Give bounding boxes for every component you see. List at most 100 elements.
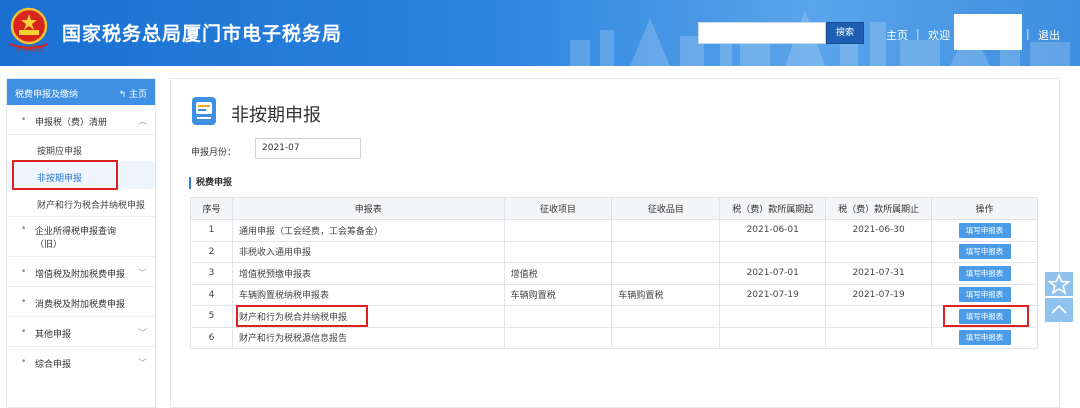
sidebar-item-cit-query[interactable]: • 企业所得税申报查询 （旧） [7,217,155,257]
form-name: 财产和行为税税源信息报告 [231,326,505,349]
sidebar-item-comprehensive[interactable]: • 综合申报 ﹀ [7,347,155,377]
column-header: 申报表 [231,197,505,220]
form-name: 通用申报（工会经费，工会筹备金） [231,219,505,242]
sidebar-item-vat[interactable]: • 增值税及附加税费申报 ﹀ [7,257,155,287]
levy-subitem [611,240,721,263]
column-header: 征收项目 [503,197,613,220]
row-number: 1 [190,219,233,242]
table-row: 6 财产和行为税税源信息报告 填写申报表 [190,326,1038,349]
action-cell: 填写申报表 [931,262,1038,285]
sidebar-subitem-property-tax[interactable]: 财产和行为税合并纳税申报 [7,189,155,217]
table-header-row: 序号 申报表 征收项目 征收品目 税（费）款所属期起 税（费）款所属期止 操作 [190,197,1038,220]
sidebar-item-label: 消费税及附加税费申报 [35,300,126,310]
welcome-text: 欢迎 [928,29,950,42]
bullet-icon: • [21,224,27,234]
period-end: 2021-07-19 [825,283,933,306]
emblem-script: 字体税收 [15,45,43,53]
levy-item: 增值税 [503,262,613,285]
search-input[interactable] [698,22,826,44]
column-header: 税（费）款所属期起 [719,197,827,220]
favorite-button[interactable] [1045,272,1073,296]
sidebar: 税费申报及缴纳 ↰ 主页 • 申报税（费）清册 ︿ 按期应申报 非按期申报 财产… [6,78,156,408]
sidebar-header: 税费申报及缴纳 ↰ 主页 [7,79,155,105]
bullet-icon: • [21,115,27,125]
sidebar-home-label: 主页 [128,90,147,100]
column-header: 征收品目 [611,197,721,220]
fill-form-button[interactable]: 填写申报表 [958,265,1011,281]
chevron-down-icon: ﹀ [137,359,147,369]
levy-subitem [611,305,721,328]
scroll-top-button[interactable] [1045,298,1073,322]
form-name: 增值税预缴申报表 [231,262,505,285]
period-start: 2021-07-01 [719,262,827,285]
levy-subitem [611,219,721,242]
row-number: 2 [190,240,233,263]
search-button[interactable]: 搜索 [826,22,864,44]
highlight-box-action [943,305,1029,327]
period-end: 2021-07-31 [825,262,933,285]
bullet-icon: • [21,357,27,367]
action-cell: 填写申报表 [931,219,1038,242]
levy-item [503,240,613,263]
form-name: 车辆购置税纳税申报表 [231,283,505,306]
logout-link[interactable]: 退出 [1038,27,1060,43]
column-header: 税（费）款所属期止 [825,197,933,220]
period-end: 2021-06-30 [825,219,933,242]
table-row: 1 通用申报（工会经费，工会筹备金） 2021-06-01 2021-06-30… [190,219,1038,242]
highlight-box-sidebar [12,160,118,190]
levy-item: 车辆购置税 [503,283,613,306]
levy-subitem [611,262,721,285]
fill-form-button[interactable]: 填写申报表 [958,330,1011,346]
period-start: 2021-06-01 [719,219,827,242]
sidebar-item-other[interactable]: • 其他申报 ﹀ [7,317,155,347]
sidebar-item-label: 其他申报 [35,330,72,340]
user-name-box [954,14,1022,50]
sidebar-item-declaration-list[interactable]: • 申报税（费）清册 ︿ [7,105,155,135]
top-header: 字体税收 国家税务总局厦门市电子税务局 搜索 主页 | 欢迎 | 退出 [0,0,1080,66]
action-cell: 填写申报表 [931,283,1038,306]
levy-item [503,326,613,349]
period-end [825,305,933,328]
period-start [719,240,827,263]
column-header: 操作 [931,197,1038,220]
sidebar-item-label: 企业所得税申报查询 [35,227,117,237]
sidebar-subitem-label: 财产和行为税合并纳税申报 [37,201,146,211]
sidebar-item-label-line2: （旧） [35,240,63,250]
chevron-down-icon: ﹀ [137,329,147,339]
levy-subitem: 车辆购置税 [611,283,721,306]
home-link[interactable]: 主页 [886,27,908,43]
bullet-icon: • [21,267,27,277]
chevron-down-icon: ﹀ [137,269,147,279]
fill-form-button[interactable]: 填写申报表 [958,244,1011,260]
table-row: 3 增值税预缴申报表 增值税 2021-07-01 2021-07-31 填写申… [190,262,1038,285]
fill-form-button[interactable]: 填写申报表 [958,287,1011,303]
month-input[interactable]: 2021-07 [255,138,361,159]
levy-item [503,305,613,328]
sidebar-subitem-label: 按期应申报 [37,147,83,157]
levy-item [503,219,613,242]
chevron-up-icon: ︿ [137,117,147,127]
table-row: 2 非税收入通用申报 填写申报表 [190,240,1038,263]
form-name: 非税收入通用申报 [231,240,505,263]
sidebar-subitem-periodic[interactable]: 按期应申报 [7,135,155,161]
page-title: 非按期申报 [231,105,321,126]
month-label: 申报月份： [191,148,237,158]
row-number: 3 [190,262,233,285]
star-icon [1047,272,1071,295]
bullet-icon: • [21,327,27,337]
action-cell: 填写申报表 [931,326,1038,349]
fill-form-button[interactable]: 填写申报表 [958,222,1011,238]
sidebar-header-title: 税费申报及缴纳 [15,90,79,100]
section-title: 税费申报 [189,177,232,189]
header-separator: | [1026,27,1030,40]
bullet-icon: • [21,297,27,307]
row-number: 5 [190,305,233,328]
sidebar-home-link[interactable]: ↰ 主页 [119,87,147,100]
site-title: 国家税务总局厦门市电子税务局 [62,23,343,45]
row-number: 4 [190,283,233,306]
sidebar-item-consumption-tax[interactable]: • 消费税及附加税费申报 [7,287,155,317]
action-cell: 填写申报表 [931,240,1038,263]
period-start [719,326,827,349]
period-end [825,326,933,349]
levy-subitem [611,326,721,349]
